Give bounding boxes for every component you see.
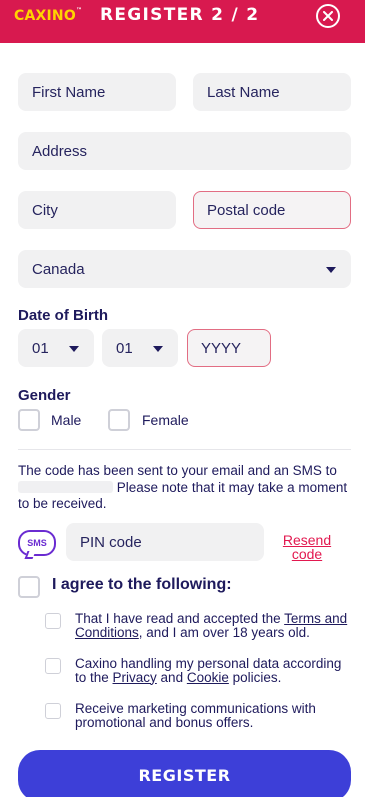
- sms-bubble-icon: SMS: [18, 530, 56, 556]
- country-value: Canada: [32, 261, 85, 278]
- caxino-logo: CAXINO™: [14, 7, 83, 24]
- chevron-down-icon: [69, 346, 79, 352]
- close-icon: [323, 11, 333, 21]
- city-field[interactable]: City: [18, 191, 176, 229]
- dob-month-value: 01: [116, 340, 133, 357]
- resend-line-1: Resend: [282, 532, 332, 548]
- agree-all-checkbox[interactable]: [18, 576, 40, 598]
- gender-label: Gender: [18, 387, 71, 404]
- postal-code-placeholder: Postal code: [207, 202, 286, 219]
- register-button[interactable]: REGISTER: [18, 750, 351, 797]
- terms-item-post: , and I am over 18 years old.: [138, 624, 310, 640]
- resend-line-2: code: [291, 546, 323, 562]
- header-bar: CAXINO™ REGISTER 2 / 2: [0, 0, 365, 43]
- chevron-down-icon: [326, 267, 336, 273]
- first-name-placeholder: First Name: [32, 84, 106, 101]
- close-button[interactable]: [316, 4, 340, 28]
- privacy-checkbox[interactable]: [45, 658, 61, 674]
- logo-text: CAXINO: [14, 8, 76, 24]
- country-select[interactable]: Canada: [18, 250, 351, 288]
- gender-male-checkbox[interactable]: [18, 409, 40, 431]
- dob-month-select[interactable]: 01: [102, 329, 178, 367]
- cookie-link[interactable]: Cookie: [187, 670, 229, 685]
- dob-day-value: 01: [32, 340, 49, 357]
- redacted-phone: [18, 480, 113, 493]
- privacy-item-post: policies.: [228, 669, 282, 685]
- gender-female-checkbox[interactable]: [108, 409, 130, 431]
- gender-female-label: Female: [142, 412, 189, 428]
- last-name-placeholder: Last Name: [207, 84, 280, 101]
- dob-day-select[interactable]: 01: [18, 329, 94, 367]
- resend-code-link[interactable]: Resend code: [270, 533, 344, 561]
- marketing-checkbox[interactable]: [45, 703, 61, 719]
- first-name-field[interactable]: First Name: [18, 73, 176, 111]
- sms-badge-label: SMS: [27, 538, 47, 548]
- verification-message-part1: The code has been sent to your email and…: [18, 463, 337, 478]
- postal-code-field[interactable]: Postal code: [193, 191, 351, 229]
- last-name-field[interactable]: Last Name: [193, 73, 351, 111]
- dob-year-field[interactable]: YYYY: [187, 329, 271, 367]
- divider: [18, 449, 351, 450]
- marketing-item-text: Receive marketing communications with pr…: [75, 701, 316, 730]
- gender-male-label: Male: [51, 412, 82, 428]
- city-placeholder: City: [32, 202, 58, 219]
- page-title: REGISTER 2 / 2: [100, 5, 260, 25]
- privacy-item-text: Caxino handling my personal data accordi…: [75, 657, 350, 684]
- logo-tm: ™: [75, 7, 83, 14]
- dob-year-placeholder: YYYY: [201, 340, 242, 357]
- chevron-down-icon: [153, 346, 163, 352]
- privacy-link[interactable]: Privacy: [113, 670, 157, 685]
- pin-code-field[interactable]: PIN code: [66, 523, 264, 561]
- terms-item-text: That I have read and accepted the Terms …: [75, 612, 350, 639]
- verification-message: The code has been sent to your email and…: [18, 463, 348, 513]
- terms-checkbox[interactable]: [45, 613, 61, 629]
- dob-label: Date of Birth: [18, 307, 108, 324]
- privacy-item-mid: and: [156, 669, 187, 685]
- agree-all-label: I agree to the following:: [52, 576, 232, 593]
- address-field[interactable]: Address: [18, 132, 351, 170]
- address-placeholder: Address: [32, 143, 88, 160]
- pin-code-placeholder: PIN code: [80, 534, 142, 551]
